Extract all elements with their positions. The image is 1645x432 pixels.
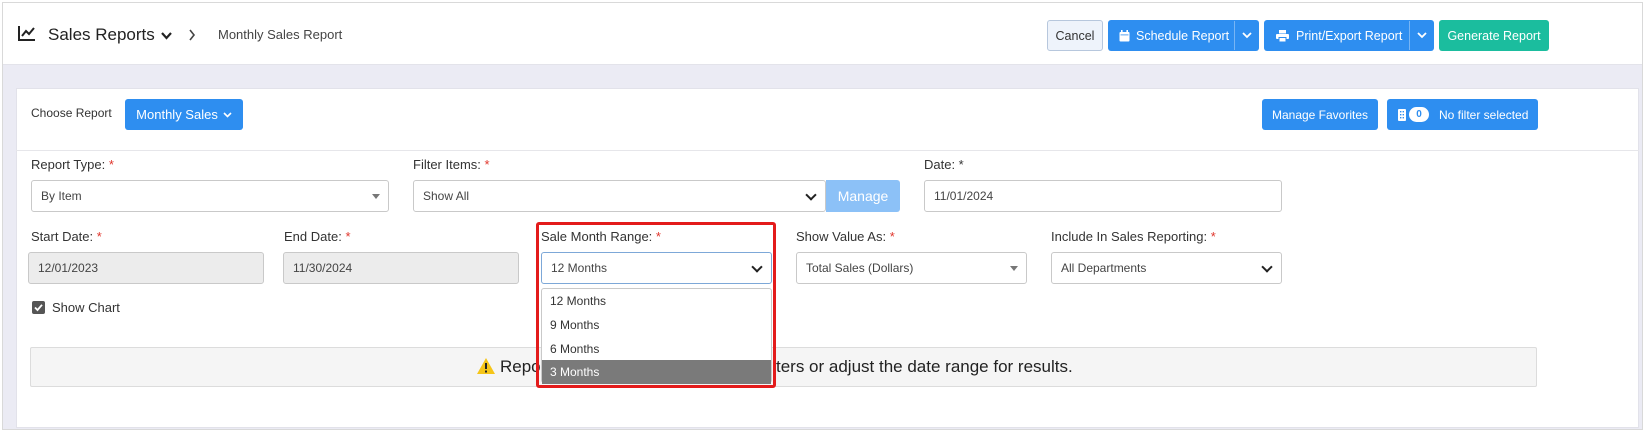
filter-status-button[interactable]: 0 No filter selected (1387, 99, 1538, 130)
start-date-input[interactable]: 12/01/2023 (28, 252, 264, 284)
include-in-sales-select[interactable]: All Departments (1051, 252, 1282, 284)
manage-filter-button[interactable]: Manage (826, 180, 900, 212)
filter-items-select[interactable]: Show All (413, 180, 826, 212)
filter-items-value: Show All (423, 189, 470, 203)
choose-report-dropdown[interactable]: Monthly Sales (125, 99, 243, 130)
report-type-label: Report Type: * (31, 157, 114, 172)
chevron-down-icon (1261, 261, 1273, 273)
show-value-as-label: Show Value As: * (796, 229, 895, 244)
cancel-button[interactable]: Cancel (1047, 20, 1103, 51)
include-in-sales-value: All Departments (1061, 261, 1147, 275)
manage-favorites-button[interactable]: Manage Favorites (1262, 99, 1378, 130)
schedule-report-button[interactable]: Schedule Report (1108, 20, 1259, 51)
date-value: 11/01/2024 (934, 189, 994, 203)
generate-report-button[interactable]: Generate Report (1439, 20, 1549, 51)
schedule-dropdown-toggle[interactable] (1234, 21, 1258, 50)
chart-line-icon (18, 25, 36, 46)
choose-report-value: Monthly Sales (136, 107, 218, 122)
start-date-value: 12/01/2023 (38, 261, 99, 275)
include-in-sales-label: Include In Sales Reporting: * (1051, 229, 1216, 244)
alert-text-left: Repo (500, 357, 541, 376)
section-divider (16, 150, 1639, 151)
printer-icon (1276, 29, 1289, 42)
chevron-down-icon (1416, 32, 1427, 39)
report-type-select[interactable]: By Item (31, 180, 389, 212)
schedule-report-label: Schedule Report (1136, 28, 1230, 43)
filter-count-badge: 0 (1409, 107, 1429, 122)
report-type-value: By Item (41, 189, 82, 203)
breadcrumb[interactable]: Monthly Sales Report (218, 27, 342, 42)
end-date-value: 11/30/2024 (293, 261, 353, 275)
chevron-down-icon (1241, 32, 1252, 39)
show-chart-label: Show Chart (52, 300, 120, 315)
caret-down-icon (1010, 266, 1018, 271)
start-date-label: Start Date: * (31, 229, 102, 244)
highlight-box (536, 222, 776, 388)
warning-icon (476, 357, 496, 380)
print-export-label: Print/Export Report (1296, 28, 1403, 43)
calendar-icon (1119, 29, 1130, 42)
filter-list-icon (1398, 108, 1406, 121)
choose-report-label: Choose Report (31, 106, 112, 120)
chevron-down-icon[interactable] (160, 28, 173, 46)
date-label: Date: * (924, 157, 964, 172)
filter-items-label: Filter Items: * (413, 157, 490, 172)
show-value-as-select[interactable]: Total Sales (Dollars) (796, 252, 1027, 284)
end-date-input[interactable]: 11/30/2024 (283, 252, 519, 284)
show-chart-checkbox[interactable] (32, 301, 45, 319)
filter-status-label: No filter selected (1439, 107, 1529, 122)
print-export-button[interactable]: Print/Export Report (1264, 20, 1434, 51)
date-input[interactable]: 11/01/2024 (924, 180, 1282, 212)
chevron-down-icon (805, 189, 817, 201)
page-title: Sales Reports (48, 25, 155, 44)
chevron-right-icon (188, 28, 196, 46)
caret-down-icon (372, 194, 380, 199)
print-dropdown-toggle[interactable] (1409, 21, 1433, 50)
end-date-label: End Date: * (284, 229, 351, 244)
alert-text-right: ters or adjust the date range for result… (776, 357, 1073, 376)
chevron-down-icon (223, 111, 232, 118)
show-value-as-value: Total Sales (Dollars) (806, 261, 914, 275)
